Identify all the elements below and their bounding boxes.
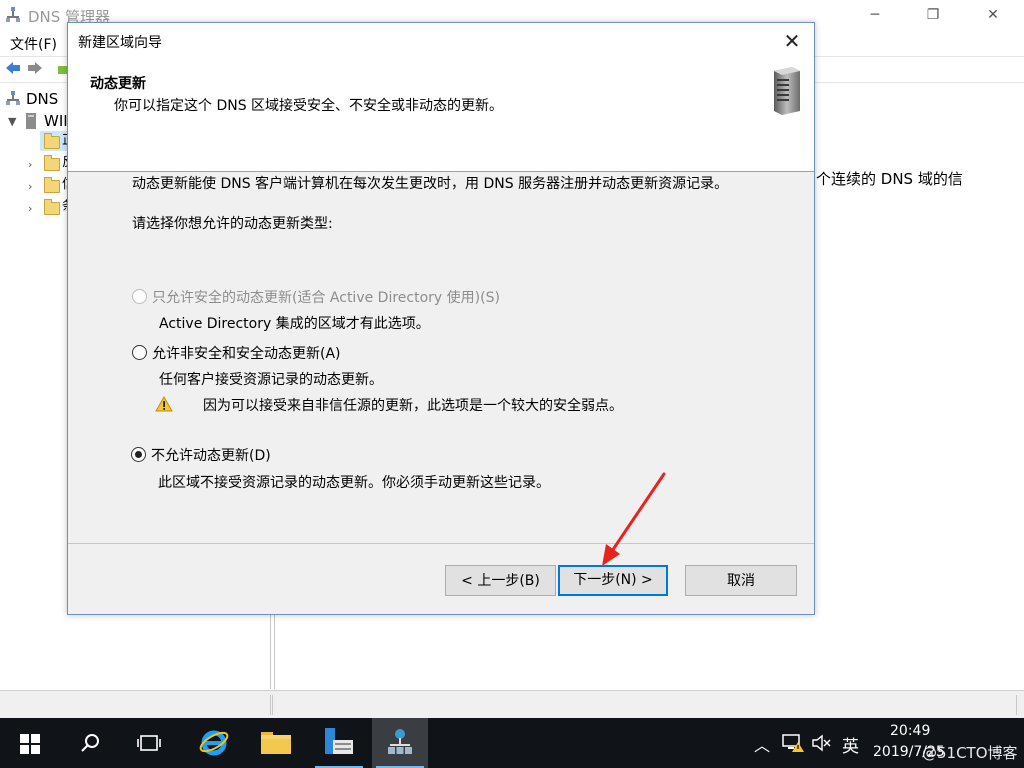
taskbar-server-manager[interactable]: [311, 718, 367, 768]
button-area-divider: [68, 543, 814, 544]
tree-item-dns[interactable]: DNS: [26, 89, 58, 109]
option-secure-only-description: Active Directory 集成的区域才有此选项。: [159, 316, 430, 332]
folder-icon: [44, 133, 60, 149]
prompt-text: 请选择你想允许的动态更新类型:: [132, 216, 333, 232]
chevron-right-icon[interactable]: ›: [28, 158, 32, 171]
taskbar-file-explorer[interactable]: [248, 718, 304, 768]
chevron-down-icon[interactable]: ▼: [8, 115, 16, 128]
maximize-button[interactable]: ❐: [910, 0, 956, 30]
wizard-step-title: 动态更新: [90, 76, 146, 92]
dns-app-icon: [6, 7, 20, 22]
chevron-right-icon[interactable]: ›: [28, 180, 32, 193]
dns-root-icon: [6, 91, 20, 105]
server-manager-icon: [325, 728, 353, 754]
annotation-arrow-icon: [602, 472, 666, 566]
warning-icon: [155, 396, 173, 412]
folder-icon: [44, 199, 60, 215]
ime-indicator[interactable]: 英: [842, 732, 859, 757]
taskbar: ︿ 英 20:49 2019/7/25 @51CTO博客: [0, 718, 1024, 768]
speaker-muted-icon[interactable]: [811, 734, 831, 752]
folder-icon: [44, 155, 60, 171]
search-icon[interactable]: [80, 733, 100, 753]
new-zone-wizard-dialog: 新建区域向导 ✕ 动态更新 你可以指定这个 DNS 区域接受安全、不安全或非动态…: [67, 22, 815, 615]
wizard-header: 动态更新 你可以指定这个 DNS 区域接受安全、不安全或非动态的更新。: [68, 59, 814, 172]
details-text: 个连续的 DNS 域的信: [816, 170, 963, 188]
option-no-dynamic-update-description: 此区域不接受资源记录的动态更新。你必须手动更新这些记录。: [158, 475, 550, 491]
dns-manager-icon: [388, 729, 412, 754]
dialog-close-button[interactable]: ✕: [770, 23, 814, 59]
wizard-step-subtitle: 你可以指定这个 DNS 区域接受安全、不安全或非动态的更新。: [114, 98, 504, 114]
folder-icon: [44, 177, 60, 193]
forward-arrow-icon[interactable]: [26, 60, 44, 76]
status-bar: [0, 690, 1024, 719]
cancel-button[interactable]: 取消: [685, 565, 797, 596]
taskbar-ie[interactable]: [186, 718, 242, 768]
status-divider: [1016, 695, 1017, 715]
close-button[interactable]: ✕: [970, 0, 1016, 30]
back-arrow-icon[interactable]: [4, 60, 22, 76]
option-allow-nonsecure-warning: 因为可以接受来自非信任源的更新，此选项是一个较大的安全弱点。: [203, 398, 623, 414]
chevron-right-icon[interactable]: ›: [28, 202, 32, 215]
radio-no-dynamic-update[interactable]: [131, 447, 146, 462]
clock-time[interactable]: 20:49: [890, 723, 930, 739]
minimize-button[interactable]: ─: [852, 0, 898, 30]
menu-file[interactable]: 文件(F): [10, 34, 57, 54]
dialog-title-bar: 新建区域向导 ✕: [68, 23, 814, 59]
option-allow-nonsecure-label[interactable]: 允许非安全和安全动态更新(A): [152, 343, 341, 363]
dialog-title: 新建区域向导: [78, 35, 162, 51]
status-divider: [270, 695, 271, 715]
radio-secure-only: [132, 289, 147, 304]
network-warning-icon[interactable]: [782, 734, 804, 752]
option-allow-nonsecure-description: 任何客户接受资源记录的动态更新。: [159, 372, 383, 388]
intro-text: 动态更新能使 DNS 客户端计算机在每次发生更改时，用 DNS 服务器注册并动态…: [132, 176, 729, 192]
tray-expand-icon[interactable]: ︿: [754, 732, 770, 756]
option-no-dynamic-update-label[interactable]: 不允许动态更新(D): [151, 445, 271, 465]
internet-explorer-icon: [199, 730, 229, 756]
watermark-text: @51CTO博客: [922, 744, 1018, 762]
option-secure-only-label: 只允许安全的动态更新(适合 Active Directory 使用)(S): [152, 290, 500, 306]
status-divider: [272, 695, 273, 715]
tree-item-server[interactable]: WII: [44, 111, 68, 131]
taskbar-dns-manager[interactable]: [372, 718, 428, 768]
windows-start-icon[interactable]: [20, 734, 40, 754]
file-explorer-icon: [261, 732, 291, 754]
task-view-icon[interactable]: [137, 733, 161, 753]
back-button[interactable]: < 上一步(B): [445, 565, 556, 596]
radio-allow-nonsecure[interactable]: [132, 345, 147, 360]
server-icon: [26, 113, 36, 129]
server-tower-icon: [774, 67, 800, 115]
